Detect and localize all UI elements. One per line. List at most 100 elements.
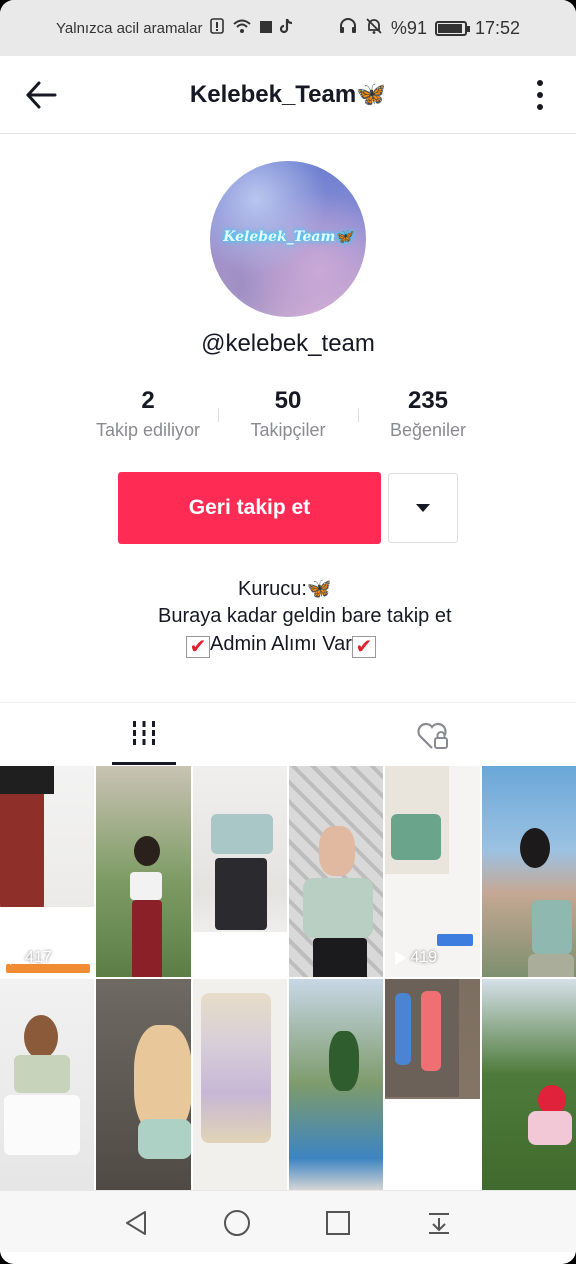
thumbnail-figure xyxy=(24,1015,58,1059)
status-bar: Yalnızca acil aramalar %91 17:52 xyxy=(0,0,576,56)
more-vertical-icon-dot xyxy=(537,92,543,98)
video-thumbnail[interactable] xyxy=(192,979,287,1190)
bio-line-3: ✔ Admin Alımı Var ✔ xyxy=(186,630,376,658)
heart-lock-icon xyxy=(417,722,448,749)
more-options-button[interactable] xyxy=(530,76,550,114)
play-count: 419 xyxy=(395,949,437,967)
thumbnail-card xyxy=(192,932,287,977)
stat-followers[interactable]: 50 Takipçiler xyxy=(218,386,358,448)
video-thumbnail[interactable] xyxy=(0,979,95,1190)
arrow-left-icon xyxy=(26,81,57,109)
tiktok-icon xyxy=(280,18,294,38)
thumbnail-figure xyxy=(319,826,355,876)
nav-back-icon xyxy=(126,1211,146,1235)
bell-off-icon xyxy=(365,17,383,39)
thumbnail-figure xyxy=(391,814,442,860)
thumbnail-figure xyxy=(303,878,373,938)
stat-number: 50 xyxy=(274,387,302,414)
video-thumbnail[interactable] xyxy=(96,766,191,977)
battery-icon xyxy=(434,20,470,36)
thumbnail-figure xyxy=(519,828,550,868)
clock: 17:52 xyxy=(474,17,520,38)
nav-notification-icon xyxy=(429,1213,449,1234)
grid-bars-icon xyxy=(133,720,155,745)
play-icon xyxy=(395,951,407,965)
screen: Yalnızca acil aramalar %91 17:52 Kelebek… xyxy=(0,0,576,1264)
tab-liked[interactable] xyxy=(404,715,462,757)
thumbnail-figure xyxy=(200,993,271,1143)
video-thumbnail[interactable]: 419 xyxy=(385,766,480,977)
play-count-text: 417 xyxy=(25,949,52,966)
thumbnail-figure xyxy=(527,1111,572,1145)
stat-label: Beğeniler xyxy=(389,420,467,440)
stat-label: Takip ediliyor xyxy=(95,420,201,440)
thumbnail-figure xyxy=(0,766,54,794)
thumbnail-figure xyxy=(421,991,442,1071)
thumbnail-figure xyxy=(130,872,163,900)
nav-notification-button[interactable] xyxy=(423,1207,455,1239)
video-grid: 417 419 xyxy=(0,766,576,1190)
thumbnail-figure xyxy=(395,993,412,1065)
check-mark-icon: ✔ xyxy=(351,636,376,658)
header-title: Kelebek_Team🦋 xyxy=(189,81,387,108)
video-thumbnail[interactable] xyxy=(481,979,576,1190)
status-left: Yalnızca acil aramalar xyxy=(56,18,294,38)
video-thumbnail[interactable] xyxy=(289,766,384,977)
stat-likes[interactable]: 235 Beğeniler xyxy=(358,386,498,448)
video-thumbnail[interactable] xyxy=(385,979,480,1190)
thumbnail-figure xyxy=(14,1055,70,1093)
video-thumbnail[interactable] xyxy=(96,979,191,1190)
system-nav-bar xyxy=(0,1190,576,1252)
bio-line-3-text: Admin Alımı Var xyxy=(210,633,352,655)
caret-down-icon xyxy=(416,504,430,512)
nav-recents-icon xyxy=(326,1211,350,1235)
square-icon xyxy=(260,20,273,37)
thumbnail-figure xyxy=(531,900,572,954)
bio-line-2: Buraya kadar geldin bare takip et xyxy=(158,605,452,627)
thumbnail-figure xyxy=(4,1095,80,1155)
suggested-accounts-button[interactable] xyxy=(388,473,458,543)
nav-home-icon xyxy=(224,1210,250,1236)
thumbnail-figure xyxy=(313,938,367,977)
nav-recents-button[interactable] xyxy=(322,1207,354,1239)
thumbnail-figure xyxy=(132,900,163,977)
video-thumbnail[interactable]: 417 xyxy=(0,766,95,977)
thumbnail-card xyxy=(385,1099,480,1190)
headphones-icon xyxy=(339,18,357,38)
thumbnail-figure xyxy=(134,836,161,866)
battery-percent: %91 xyxy=(390,17,427,38)
play-count-text: 419 xyxy=(410,949,438,966)
check-mark-icon: ✔ xyxy=(186,636,210,658)
thumbnail-button xyxy=(437,934,474,946)
tab-videos[interactable] xyxy=(112,703,176,765)
thumbnail-figure xyxy=(214,858,267,930)
profile-tabs xyxy=(0,702,576,765)
username: @kelebek_team xyxy=(201,330,375,357)
back-button[interactable] xyxy=(22,76,60,114)
video-thumbnail[interactable] xyxy=(192,766,287,977)
bio-line-1: Kurucu:🦋 xyxy=(238,578,332,600)
thumbnail-figure xyxy=(527,954,574,977)
thumbnail-figure xyxy=(210,814,273,854)
thumbnail-figure xyxy=(329,1031,359,1091)
avatar[interactable]: Kelebek_Team🦋 xyxy=(210,161,366,317)
wifi-icon xyxy=(232,18,252,38)
follow-back-button[interactable]: Geri takip et xyxy=(118,472,381,544)
more-vertical-icon-dot xyxy=(537,104,543,110)
nav-back-button[interactable] xyxy=(120,1207,152,1239)
stat-number: 235 xyxy=(407,387,449,414)
play-icon xyxy=(10,951,21,965)
sim-alert-icon xyxy=(210,18,225,38)
video-thumbnail[interactable] xyxy=(481,766,576,977)
thumbnail-figure xyxy=(138,1119,191,1159)
avatar-text: Kelebek_Team🦋 xyxy=(223,229,353,245)
more-vertical-icon-dot xyxy=(537,80,543,86)
profile-header: Kelebek_Team🦋 xyxy=(0,56,576,134)
status-right: %91 17:52 xyxy=(339,17,520,39)
profile-stats: 2 Takip ediliyor 50 Takipçiler 235 Beğen… xyxy=(78,386,498,448)
stat-following[interactable]: 2 Takip ediliyor xyxy=(78,386,218,448)
stat-number: 2 xyxy=(141,387,155,414)
video-thumbnail[interactable] xyxy=(289,979,384,1190)
nav-home-button[interactable] xyxy=(221,1207,253,1239)
stat-label: Takipçiler xyxy=(250,420,326,440)
